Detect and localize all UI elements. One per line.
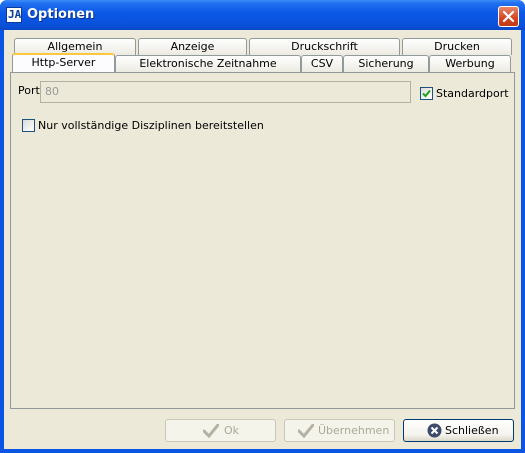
app-icon: JA — [6, 7, 22, 23]
tab-elektronische-zeitnahme[interactable]: Elektronische Zeitnahme — [115, 55, 301, 72]
tab-drucken[interactable]: Drucken — [402, 38, 512, 55]
checkmark-icon — [203, 424, 219, 438]
window-title: Optionen — [27, 7, 95, 22]
close-icon — [502, 10, 515, 23]
options-window: JA Optionen Allgemein Anzeige Druckschri… — [0, 0, 525, 453]
port-label: Port — [18, 84, 40, 97]
tab-http-server[interactable]: Http-Server — [12, 53, 115, 72]
apply-button[interactable]: Übernehmen — [284, 419, 395, 442]
tab-druckschrift[interactable]: Druckschrift — [249, 38, 400, 55]
standard-port-checkbox[interactable] — [420, 87, 433, 100]
tab-werbung[interactable]: Werbung — [429, 55, 511, 72]
complete-disciplines-checkbox[interactable] — [22, 119, 35, 132]
port-input[interactable]: 80 — [40, 81, 411, 103]
close-circle-icon — [427, 423, 442, 438]
complete-disciplines-label: Nur vollständige Disziplinen bereitstell… — [38, 119, 264, 132]
checkmark-icon — [422, 89, 431, 98]
ok-button[interactable]: Ok — [165, 419, 276, 442]
title-bar[interactable]: JA Optionen — [0, 0, 525, 30]
window-close-button[interactable] — [498, 6, 519, 27]
checkmark-icon — [298, 424, 314, 438]
tab-csv[interactable]: CSV — [301, 55, 343, 72]
dialog-body: Allgemein Anzeige Druckschrift Drucken H… — [4, 30, 521, 449]
standard-port-label: Standardport — [436, 87, 509, 100]
tab-anzeige[interactable]: Anzeige — [138, 38, 247, 55]
close-button[interactable]: Schließen — [403, 419, 514, 442]
tab-panel-http-server: Port 80 Standardport Nur vollständige Di… — [10, 72, 515, 409]
tab-sicherung[interactable]: Sicherung — [343, 55, 429, 72]
